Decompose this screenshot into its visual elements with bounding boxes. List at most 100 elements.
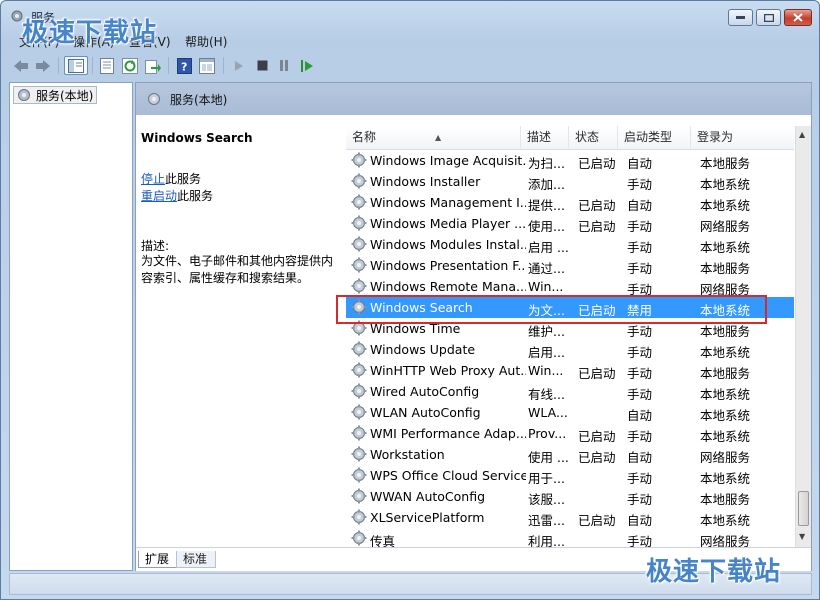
service-status-cell: 已启动 bbox=[578, 198, 616, 211]
restart-service-link[interactable]: 重启动 bbox=[141, 189, 177, 203]
services-gear-icon bbox=[148, 93, 160, 105]
menu-action[interactable]: 操作(A) bbox=[73, 33, 115, 50]
restart-service-button[interactable] bbox=[297, 56, 317, 75]
service-row[interactable]: XLServicePlatform 迅雷... 已启动 自动 本地系统 bbox=[346, 507, 794, 528]
service-description-cell: 利用... bbox=[528, 534, 565, 547]
service-row[interactable]: WMI Performance Adap... Prov... 已启动 手动 本地系统 bbox=[346, 423, 794, 444]
stop-icon bbox=[257, 60, 267, 71]
maximize-button[interactable] bbox=[756, 9, 781, 26]
back-icon bbox=[14, 59, 28, 72]
service-row[interactable]: Windows Management I... 提供... 已启动 自动 本地系统 bbox=[346, 192, 794, 213]
tree-item-services-local[interactable]: 服务(本地) bbox=[13, 86, 98, 104]
service-row[interactable]: 传真 利用... 手动 网络服务 bbox=[346, 528, 794, 547]
pause-service-button[interactable] bbox=[274, 56, 294, 75]
service-row[interactable]: Windows Image Acquisit... 为扫... 已启动 自动 本地服务 bbox=[346, 150, 794, 171]
stop-service-link[interactable]: 停止 bbox=[141, 172, 165, 186]
console-button[interactable] bbox=[197, 56, 217, 75]
service-startup-type-cell: 手动 bbox=[627, 429, 653, 442]
service-name-cell: 传真 bbox=[370, 534, 396, 547]
back-button[interactable] bbox=[11, 56, 31, 75]
column-log-on-as[interactable]: 登录为 bbox=[691, 126, 794, 150]
pane-title: 服务(本地) bbox=[170, 92, 228, 107]
service-gear-icon bbox=[351, 383, 367, 402]
column-startup-type[interactable]: 启动类型 bbox=[618, 126, 691, 150]
service-name-cell: Windows Remote Mana... bbox=[370, 279, 526, 294]
scrollbar-thumb[interactable] bbox=[798, 491, 809, 526]
service-row[interactable]: WPS Office Cloud Service 用于... 手动 本地系统 bbox=[346, 465, 794, 486]
restart-action-suffix: 此服务 bbox=[177, 189, 214, 203]
service-log-on-cell: 本地服务 bbox=[700, 366, 751, 379]
help-button[interactable]: ? bbox=[174, 56, 194, 75]
service-row[interactable]: Windows Update 启用... 手动 本地系统 bbox=[346, 339, 794, 360]
service-row[interactable]: Windows Presentation F... 通过... 手动 本地服务 bbox=[346, 255, 794, 276]
close-button[interactable] bbox=[784, 9, 812, 26]
service-row[interactable]: Windows Media Player ... 使用... 已启动 手动 网络服务 bbox=[346, 213, 794, 234]
description-text: 为文件、电子邮件和其他内容提供内容索引、属性缓存和搜索结果。 bbox=[141, 254, 334, 285]
scroll-down-icon[interactable]: ▼ bbox=[799, 532, 805, 541]
service-log-on-cell: 网络服务 bbox=[700, 450, 751, 463]
service-description-cell: 使用 ... bbox=[528, 450, 569, 463]
forward-button[interactable] bbox=[33, 56, 53, 75]
menu-view[interactable]: 查看(V) bbox=[129, 33, 171, 50]
service-status-cell bbox=[578, 489, 624, 505]
service-row[interactable]: Windows Installer 添加... 手动 本地系统 bbox=[346, 171, 794, 192]
tab-extended[interactable]: 扩展 bbox=[138, 551, 179, 568]
tree-item-label: 服务(本地) bbox=[36, 88, 94, 103]
column-description[interactable]: 描述 bbox=[521, 126, 569, 150]
refresh-icon bbox=[122, 57, 138, 74]
service-startup-type-cell: 手动 bbox=[627, 177, 653, 190]
tab-standard[interactable]: 标准 bbox=[176, 551, 217, 568]
pause-icon bbox=[280, 60, 288, 71]
column-status[interactable]: 状态 bbox=[569, 126, 618, 150]
service-row[interactable]: Windows Remote Mana... Win... 手动 网络服务 bbox=[346, 276, 794, 297]
service-description-panel: Windows Search 停止此服务 重启动此服务 描述: 为文件、电子邮件… bbox=[136, 115, 336, 547]
title-bar[interactable]: 服务 bbox=[1, 1, 819, 31]
service-status-cell bbox=[578, 342, 624, 358]
stop-action-row: 停止此服务 bbox=[141, 170, 201, 187]
service-status-cell bbox=[578, 468, 624, 484]
service-log-on-cell: 网络服务 bbox=[700, 282, 751, 295]
service-row[interactable]: WWAN AutoConfig 该服... 手动 本地服务 bbox=[346, 486, 794, 507]
service-description-cell: WLA... bbox=[528, 405, 568, 420]
service-status-cell: 已启动 bbox=[578, 156, 616, 169]
service-rows: Windows Image Acquisit... 为扫... 已启动 自动 本地服务 W… bbox=[346, 150, 794, 547]
service-row[interactable]: WLAN AutoConfig WLA... 自动 本地系统 bbox=[346, 402, 794, 423]
scroll-up-icon[interactable]: ▲ bbox=[799, 130, 805, 139]
forward-icon bbox=[36, 59, 50, 72]
stop-service-button[interactable] bbox=[252, 56, 272, 75]
minimize-button[interactable] bbox=[728, 9, 753, 26]
export-button[interactable] bbox=[143, 56, 163, 75]
service-gear-icon bbox=[351, 404, 367, 423]
close-icon bbox=[793, 13, 803, 22]
service-gear-icon bbox=[351, 425, 367, 444]
service-row[interactable]: WinHTTP Web Proxy Aut... Win... 已启动 手动 本地服务 bbox=[346, 360, 794, 381]
refresh-button[interactable] bbox=[120, 56, 140, 75]
service-name-cell: WMI Performance Adap... bbox=[370, 426, 526, 441]
start-service-button[interactable] bbox=[229, 56, 249, 75]
service-name-cell: Windows Update bbox=[370, 342, 476, 357]
service-row[interactable]: Workstation 使用 ... 已启动 自动 网络服务 bbox=[346, 444, 794, 465]
menu-file[interactable]: 文件(F) bbox=[19, 33, 59, 50]
service-startup-type-cell: 手动 bbox=[627, 471, 653, 484]
service-startup-type-cell: 手动 bbox=[627, 261, 653, 274]
service-status-cell bbox=[578, 258, 624, 274]
service-log-on-cell: 本地系统 bbox=[700, 387, 751, 400]
toolbar-separator bbox=[223, 57, 224, 74]
service-name-cell: Windows Management I... bbox=[370, 195, 526, 210]
service-gear-icon bbox=[351, 488, 367, 507]
service-status-cell: 已启动 bbox=[578, 429, 616, 442]
service-startup-type-cell: 手动 bbox=[627, 387, 653, 400]
service-gear-icon bbox=[351, 467, 367, 486]
show-tree-icon bbox=[68, 58, 84, 73]
service-gear-icon bbox=[351, 362, 367, 381]
show-tree-button[interactable] bbox=[64, 56, 88, 75]
service-row[interactable]: Wired AutoConfig 有线... 手动 本地系统 bbox=[346, 381, 794, 402]
properties-button[interactable] bbox=[97, 56, 117, 75]
column-name[interactable]: 名称 ▲ bbox=[346, 126, 521, 150]
service-log-on-cell: 本地系统 bbox=[700, 177, 751, 190]
service-row[interactable]: Windows Modules Instal... 启用 ... 手动 本地系统 bbox=[346, 234, 794, 255]
service-log-on-cell: 网络服务 bbox=[700, 534, 751, 547]
vertical-scrollbar[interactable]: ▲ ▼ bbox=[795, 126, 811, 547]
menu-help[interactable]: 帮助(H) bbox=[185, 33, 227, 50]
service-description-cell: 有线... bbox=[528, 387, 565, 400]
